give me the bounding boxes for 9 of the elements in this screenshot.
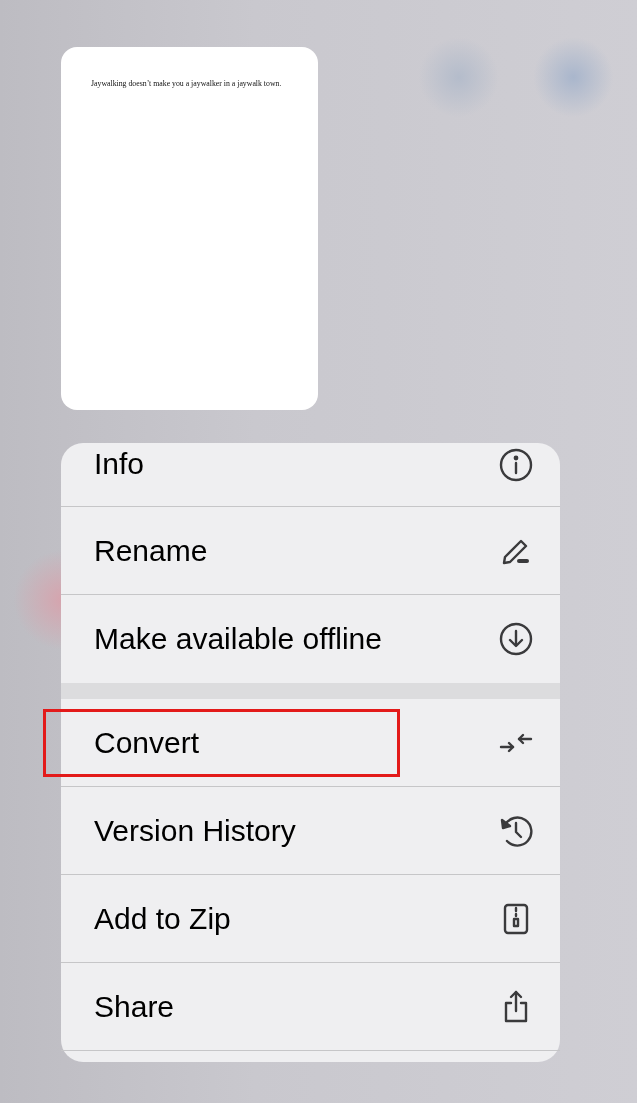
menu-item[interactable]: Share <box>61 963 560 1051</box>
menu-item[interactable]: Version History <box>61 787 560 875</box>
info-icon <box>498 447 534 483</box>
menu-item[interactable]: Make available offline <box>61 595 560 683</box>
menu-item[interactable]: Rename <box>61 507 560 595</box>
menu-item[interactable]: Info <box>61 443 560 507</box>
menu-item[interactable]: Add to Zip <box>61 875 560 963</box>
download-icon <box>498 621 534 657</box>
menu-item[interactable]: Convert <box>61 699 560 787</box>
